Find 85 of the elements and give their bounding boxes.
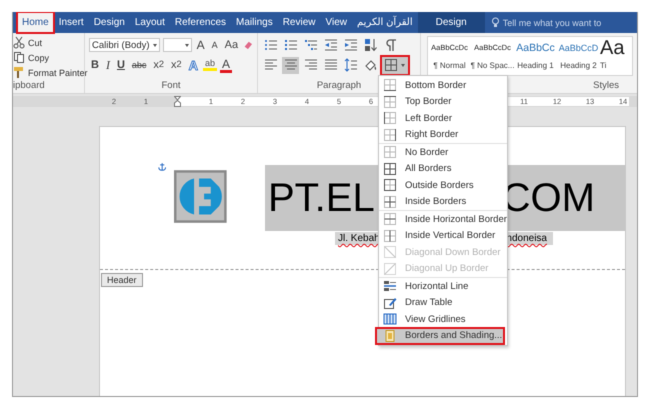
style-preset[interactable]: AaBbCc Heading 1 <box>514 37 557 73</box>
bullet-list-icon <box>264 38 278 52</box>
line-spacing-icon <box>344 58 358 72</box>
menu-item[interactable]: Outside Borders <box>379 177 507 194</box>
anchor-icon <box>158 161 166 172</box>
spacing-button[interactable] <box>342 56 359 74</box>
multilevel-list-icon <box>304 38 318 52</box>
align-right-icon <box>304 58 318 72</box>
group-label: Styles <box>593 80 620 93</box>
scissors-icon <box>13 36 25 49</box>
ribbon-tab[interactable]: References <box>170 12 232 33</box>
border-grid-icon <box>383 111 397 126</box>
style-preset[interactable]: AaBbCcD Heading 2 <box>557 37 600 73</box>
header-tag: Header <box>101 273 143 287</box>
menu-item[interactable]: Inside Borders <box>379 194 507 210</box>
strike-button[interactable]: abc <box>130 60 148 70</box>
ribbon-tab[interactable]: القرآن الكريم <box>352 12 418 33</box>
indent-button[interactable] <box>342 36 359 54</box>
border-grid-icon <box>383 162 397 176</box>
horizontal-line-icon <box>383 279 397 294</box>
diagonal-border-icon <box>383 262 397 276</box>
font-size-field[interactable] <box>163 38 192 52</box>
case-button[interactable]: Aa <box>222 40 240 50</box>
underline-button[interactable]: U <box>114 60 127 70</box>
pilcrow-icon <box>384 38 398 52</box>
paintbrush-icon <box>13 66 25 79</box>
ribbon-tab[interactable]: Mailings <box>231 12 278 33</box>
menu-item[interactable]: Draw Table <box>379 294 507 311</box>
sort-button[interactable] <box>362 36 379 54</box>
copy-button[interactable]: Copy <box>13 50 84 65</box>
grow-button[interactable]: A <box>194 39 207 51</box>
group-label: Paragraph <box>316 80 362 93</box>
border-grid-icon <box>383 194 397 209</box>
menu-item[interactable]: Horizontal Line <box>379 278 507 294</box>
ribbon-tab[interactable]: Design <box>88 12 130 33</box>
border-grid-icon <box>384 58 398 72</box>
eraser-icon[interactable] <box>243 39 253 51</box>
style-preset[interactable]: Aa Ti <box>600 37 632 73</box>
group-label: ipboard <box>13 80 45 93</box>
menu-item[interactable]: Bottom Border <box>379 77 507 94</box>
ribbon-tab[interactable]: Review <box>278 12 320 33</box>
indent-icon <box>344 38 358 52</box>
font-name-field[interactable]: Calibri (Body) <box>89 38 160 52</box>
border-grid-icon <box>383 178 397 192</box>
diagonal-border-icon <box>383 245 397 260</box>
border-grid-icon <box>383 228 397 243</box>
border-grid-icon <box>383 212 397 226</box>
indent-marker-icon[interactable] <box>174 96 181 107</box>
page-icon <box>383 328 397 343</box>
menu-item[interactable]: Inside Horizontal Border <box>379 211 507 228</box>
menu-item[interactable]: Top Border <box>379 94 507 110</box>
lightbulb-icon <box>490 17 500 28</box>
menu-item[interactable]: Right Border <box>379 126 507 143</box>
border-grid-icon <box>383 128 397 142</box>
ribbon-tab[interactable]: Insert <box>54 12 89 33</box>
ribbon-tab[interactable]: Design <box>418 12 485 33</box>
group-label: Font <box>161 80 180 93</box>
shrink-button[interactable]: A <box>210 40 220 50</box>
highlight-button[interactable]: ab <box>203 59 218 71</box>
italic-button[interactable]: I <box>104 59 112 71</box>
outdent-button[interactable] <box>322 36 339 54</box>
menu-item[interactable]: Borders and Shading... <box>376 328 504 344</box>
numbered-list-icon <box>284 38 298 52</box>
ribbon-tab[interactable]: Home <box>17 12 54 33</box>
border-grid-icon <box>383 94 397 109</box>
tell-me-field[interactable]: Tell me what you want to <box>484 12 602 33</box>
border-grid-icon <box>383 145 397 160</box>
menu-item[interactable]: No Border <box>379 144 507 160</box>
borders-button[interactable] <box>382 56 408 74</box>
align-left-icon <box>264 58 278 72</box>
ribbon-tab[interactable]: View <box>320 12 352 33</box>
outdent-icon <box>324 38 338 52</box>
pencil-table-icon <box>383 296 397 310</box>
sort-icon <box>364 38 378 52</box>
border-grid-icon <box>383 78 397 92</box>
align-center-button[interactable] <box>282 56 299 74</box>
gridlines-icon <box>383 312 397 326</box>
align-center-icon <box>284 58 298 72</box>
ribbon-tab[interactable]: Layout <box>130 12 170 33</box>
cut-button[interactable]: Cut <box>13 35 84 50</box>
paint-bucket-icon <box>364 58 378 72</box>
justify-icon <box>324 58 338 72</box>
menu-item[interactable]: Left Border <box>379 110 507 126</box>
color-button[interactable]: A <box>220 58 232 72</box>
bold-button[interactable]: B <box>89 60 101 70</box>
